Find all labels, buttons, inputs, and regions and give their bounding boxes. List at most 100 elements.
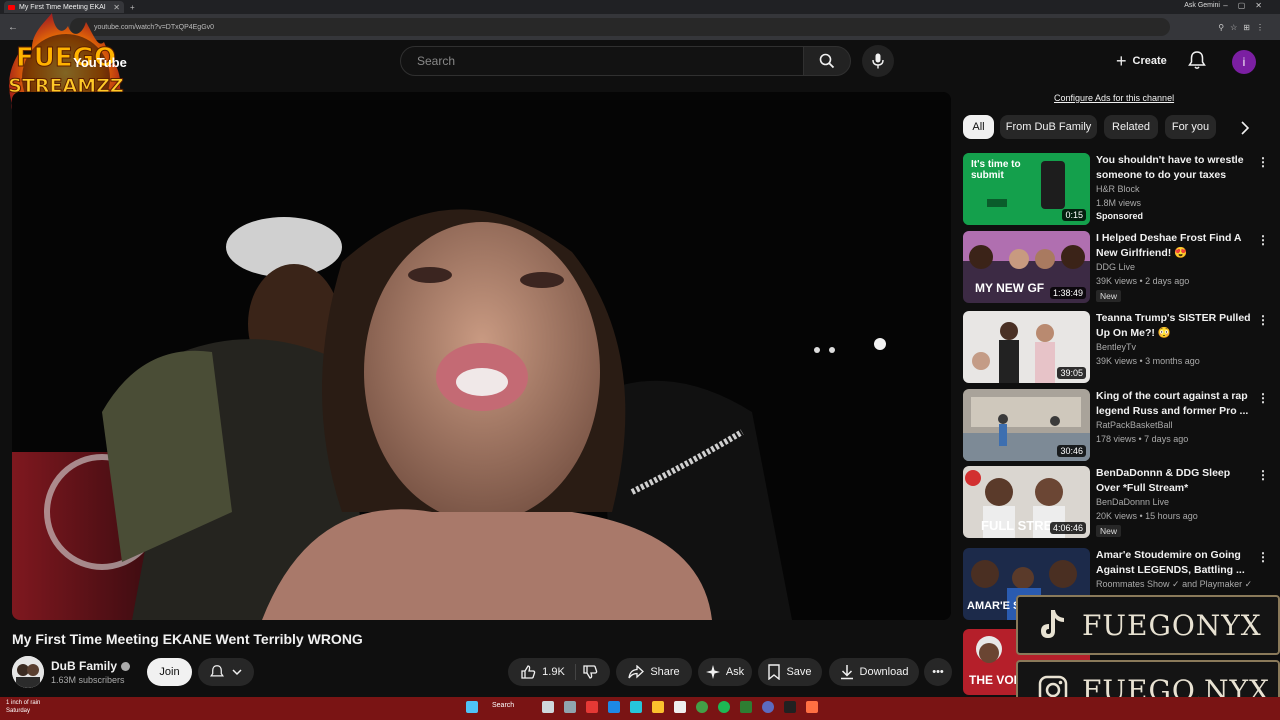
file-explorer-icon[interactable] xyxy=(652,701,664,713)
more-actions-button[interactable]: ••• xyxy=(924,658,952,686)
sponsored-label: Sponsored xyxy=(1096,211,1144,221)
more-vertical-icon[interactable]: ⋮ xyxy=(1257,233,1269,247)
save-button[interactable]: Save xyxy=(758,658,822,686)
app-icon[interactable] xyxy=(608,701,620,713)
rec-channel: DDG Live xyxy=(1096,262,1136,272)
account-avatar[interactable]: i xyxy=(1232,50,1256,74)
video-duration: 0:15 xyxy=(1062,209,1086,221)
url-field[interactable]: youtube.com/watch?v=DTxQP4EgGv0 xyxy=(70,18,1170,36)
rec-channel: Roommates Show ✓ and Playmaker ✓ xyxy=(1096,579,1253,589)
video-frame xyxy=(12,92,951,620)
more-vertical-icon[interactable]: ⋮ xyxy=(1257,313,1269,327)
notifications-bell-icon[interactable] xyxy=(1188,50,1206,70)
configure-ads-link[interactable]: Configure Ads for this channel xyxy=(1054,93,1174,103)
create-label: Create xyxy=(1132,55,1167,67)
recommendation-item[interactable]: FULL STRE 4:06:46 BenDaDonnn & DDG Sleep… xyxy=(963,466,1273,538)
rec-channel: RatPackBasketBall xyxy=(1096,420,1173,430)
video-thumbnail[interactable]: FULL STRE 4:06:46 xyxy=(963,466,1090,538)
chip-all[interactable]: All xyxy=(963,115,994,139)
chip-related[interactable]: Related xyxy=(1104,115,1158,139)
tiktok-app-icon[interactable] xyxy=(784,701,796,713)
app-icon[interactable] xyxy=(586,701,598,713)
video-player[interactable] xyxy=(12,92,951,620)
rec-views: 20K views • 15 hours ago xyxy=(1096,511,1198,521)
video-thumbnail[interactable]: 30:46 xyxy=(963,389,1090,461)
rec-views: 1.8M views xyxy=(1096,198,1142,208)
download-label: Download xyxy=(859,666,909,678)
channel-avatar-image xyxy=(12,656,44,688)
taskbar-apps xyxy=(466,701,818,713)
more-vertical-icon[interactable]: ⋮ xyxy=(1257,155,1269,169)
like-count: 1.9K xyxy=(542,666,565,678)
channel-name[interactable]: DuB Family xyxy=(51,659,131,673)
search-input[interactable]: Search xyxy=(400,46,804,76)
create-button[interactable]: + Create xyxy=(1104,46,1179,76)
ask-label: Ask xyxy=(725,666,745,678)
app-icon[interactable] xyxy=(740,701,752,713)
recommendation-item[interactable]: 30:46 King of the court against a rap le… xyxy=(963,389,1273,461)
taskbar-search[interactable]: Search xyxy=(492,702,514,709)
like-dislike-group: 1.9K xyxy=(508,658,610,686)
video-duration: 30:46 xyxy=(1057,445,1086,457)
windows-start-icon[interactable] xyxy=(466,701,478,713)
thumbnail-text: AMAR'E S xyxy=(967,600,1021,612)
window-controls[interactable]: –▢✕ xyxy=(1223,1,1272,10)
rec-title: BenDaDonnn & DDG Sleep Over *Full Stream… xyxy=(1096,467,1231,494)
tiktok-overlay: FUEGONYX xyxy=(1016,595,1280,655)
weather-line-2: Saturday xyxy=(6,708,31,714)
search-icon xyxy=(819,53,835,69)
recommendation-item[interactable]: MY NEW GF 1:38:49 I Helped Deshae Frost … xyxy=(963,231,1273,303)
channel-avatar[interactable] xyxy=(12,656,44,688)
more-vertical-icon[interactable]: ⋮ xyxy=(1257,550,1269,564)
recommendation-item[interactable]: 39:05 Teanna Trump's SISTER Pulled Up On… xyxy=(963,311,1273,383)
like-button[interactable]: 1.9K xyxy=(520,664,576,680)
task-view-icon[interactable] xyxy=(542,701,554,713)
download-button[interactable]: Download xyxy=(829,658,919,686)
rec-views: 39K views • 3 months ago xyxy=(1096,356,1200,366)
share-label: Share xyxy=(650,666,680,678)
new-tab-icon[interactable]: + xyxy=(130,3,135,12)
thumbnail-text: FULL STRE xyxy=(981,518,1053,533)
tiktok-handle: FUEGONYX xyxy=(1082,608,1262,642)
chevron-right-icon[interactable] xyxy=(1240,121,1250,135)
thumbs-down-icon[interactable] xyxy=(582,664,598,680)
new-badge: New xyxy=(1096,525,1122,537)
video-thumbnail[interactable]: 39:05 xyxy=(963,311,1090,383)
sparkle-icon xyxy=(705,665,720,679)
video-thumbnail[interactable]: MY NEW GF 1:38:49 xyxy=(963,231,1090,303)
share-button[interactable]: Share xyxy=(616,658,692,686)
search-button[interactable] xyxy=(803,46,851,76)
more-vertical-icon[interactable]: ⋮ xyxy=(1257,391,1269,405)
app-icon[interactable] xyxy=(762,701,774,713)
weather-line-1: 1 inch of rain xyxy=(6,700,41,706)
windows-taskbar: 1 inch of rain Saturday Search xyxy=(0,697,1280,720)
bookmark-icon xyxy=(768,664,781,680)
video-duration: 4:06:46 xyxy=(1049,522,1086,534)
chrome-icon[interactable] xyxy=(696,701,708,713)
youtube-header: Search + Create i xyxy=(0,40,1280,88)
chevron-down-icon xyxy=(232,669,242,676)
edge-icon[interactable] xyxy=(630,701,642,713)
recommendation-item[interactable]: It's time to submit 0:15 You shouldn't h… xyxy=(963,153,1273,225)
chip-for-you[interactable]: For you xyxy=(1165,115,1216,139)
join-button[interactable]: Join xyxy=(147,658,192,686)
ask-gemini-button[interactable]: Ask Gemini xyxy=(1184,2,1220,9)
rec-channel: BenDaDonnn Live xyxy=(1096,497,1170,507)
spotify-icon[interactable] xyxy=(718,701,730,713)
microphone-icon xyxy=(872,53,884,69)
widgets-icon[interactable] xyxy=(564,701,576,713)
voice-search-button[interactable] xyxy=(862,45,894,77)
ask-button[interactable]: Ask xyxy=(698,658,752,686)
weather-widget[interactable]: 1 inch of rain Saturday xyxy=(6,699,40,715)
chip-from-dub-family[interactable]: From DuB Family xyxy=(1000,115,1097,139)
video-title: My First Time Meeting EKANE Went Terribl… xyxy=(12,631,363,647)
video-duration: 39:05 xyxy=(1057,367,1086,379)
thumbs-up-icon xyxy=(521,665,536,679)
more-vertical-icon[interactable]: ⋮ xyxy=(1257,468,1269,482)
browser-toolbar-icons[interactable]: ⚲☆⊞⋮ xyxy=(1218,23,1270,32)
subscription-notifications-button[interactable] xyxy=(198,658,254,686)
app-icon[interactable] xyxy=(674,701,686,713)
video-thumbnail[interactable]: It's time to submit 0:15 xyxy=(963,153,1090,225)
address-bar-row: ← youtube.com/watch?v=DTxQP4EgGv0 ⚲☆⊞⋮ xyxy=(0,14,1280,40)
app-icon[interactable] xyxy=(806,701,818,713)
